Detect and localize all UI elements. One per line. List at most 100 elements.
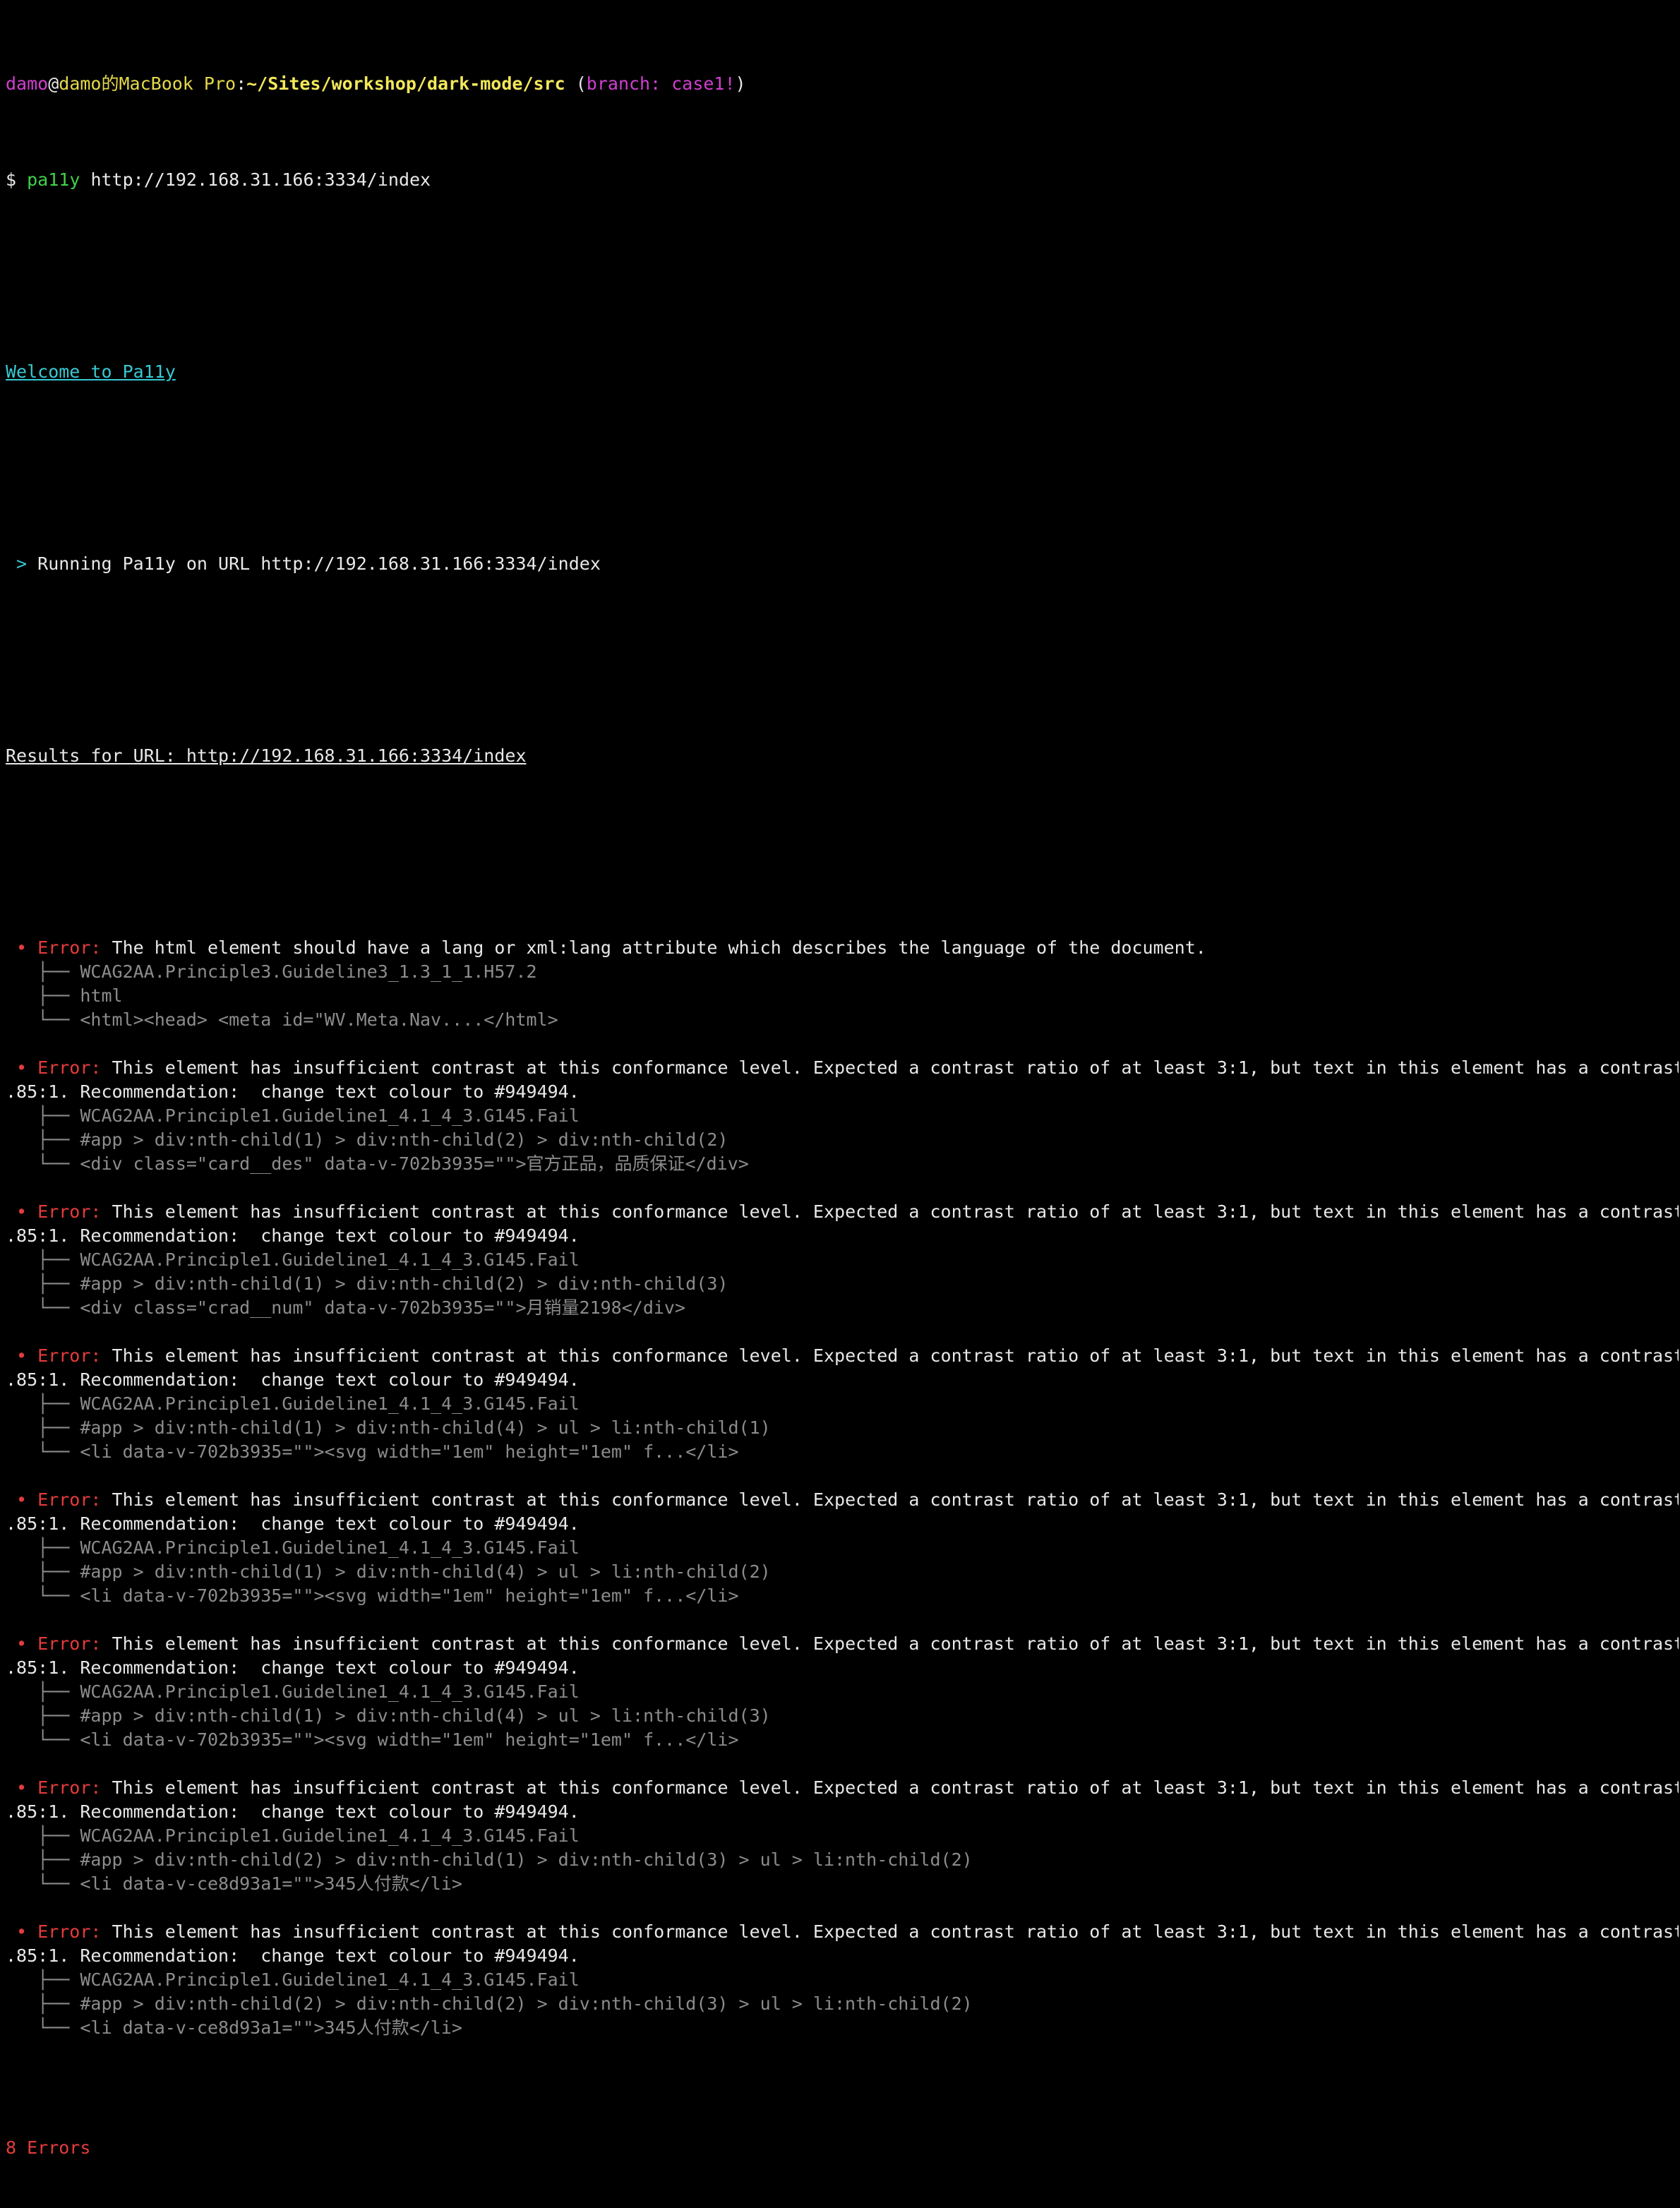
error-message-line: • Error: This element has insufficient c… xyxy=(6,1776,1679,1800)
error-summary: 8 Errors xyxy=(6,2137,91,2158)
running-text: Running Pa11y on URL http://192.168.31.1… xyxy=(37,553,601,574)
command-argument: http://192.168.31.166:3334/index xyxy=(90,169,431,190)
tree-branch: └── xyxy=(6,1729,80,1750)
prompt-branch-label: branch: xyxy=(586,73,672,94)
error-code: WCAG2AA.Principle1.Guideline1_4.1_4_3.G1… xyxy=(80,1105,580,1126)
error-message-wrap: .85:1. Recommendation: change text colou… xyxy=(6,1945,580,1966)
error-item: • Error: This element has insufficient c… xyxy=(6,1200,1679,1320)
error-context-line: └── <div class="crad__num" data-v-702b39… xyxy=(6,1296,1679,1320)
error-code: WCAG2AA.Principle1.Guideline1_4.1_4_3.G1… xyxy=(80,1969,580,1990)
tree-branch: └── xyxy=(6,2017,80,2038)
error-message-continued: .85:1. Recommendation: change text colou… xyxy=(6,1800,1679,1824)
error-selector-line: ├── #app > div:nth-child(1) > div:nth-ch… xyxy=(6,1560,1679,1584)
error-bullet: • xyxy=(6,1777,38,1798)
error-context: <li data-v-702b3935=""><svg width="1em" … xyxy=(80,1441,739,1462)
error-bullet: • xyxy=(6,1489,38,1510)
error-code: WCAG2AA.Principle3.Guideline3_1.3_1_1.H5… xyxy=(80,961,537,982)
error-message: This element has insufficient contrast a… xyxy=(112,1633,1679,1654)
tree-branch: ├── xyxy=(6,985,80,1006)
error-message: This element has insufficient contrast a… xyxy=(112,1201,1679,1222)
prompt-line: damo@damo的MacBook Pro:~/Sites/workshop/d… xyxy=(6,72,1679,96)
error-message-continued: .85:1. Recommendation: change text colou… xyxy=(6,1656,1679,1680)
prompt-branch-open: ( xyxy=(575,73,587,94)
error-message-wrap: .85:1. Recommendation: change text colou… xyxy=(6,1081,580,1102)
error-context-line: └── <li data-v-702b3935=""><svg width="1… xyxy=(6,1584,1679,1608)
tree-branch: ├── xyxy=(6,1249,80,1270)
error-context: <li data-v-ce8d93a1="">345人付款</li> xyxy=(80,2017,462,2038)
error-code: WCAG2AA.Principle1.Guideline1_4.1_4_3.G1… xyxy=(80,1537,580,1558)
welcome-text: Welcome to Pa11y xyxy=(6,361,176,382)
tree-branch: ├── xyxy=(6,1993,80,2014)
error-item: • Error: The html element should have a … xyxy=(6,936,1679,1032)
prompt-branch-name: case1! xyxy=(671,73,736,94)
error-context-line: └── <li data-v-702b3935=""><svg width="1… xyxy=(6,1440,1679,1464)
error-message: This element has insufficient contrast a… xyxy=(112,1345,1679,1366)
error-message-wrap: .85:1. Recommendation: change text colou… xyxy=(6,1513,580,1534)
error-code: WCAG2AA.Principle1.Guideline1_4.1_4_3.G1… xyxy=(80,1681,580,1702)
error-context: <div class="crad__num" data-v-702b3935="… xyxy=(80,1297,686,1318)
error-code-line: ├── WCAG2AA.Principle1.Guideline1_4.1_4_… xyxy=(6,1680,1679,1704)
error-message: This element has insufficient contrast a… xyxy=(112,1777,1679,1798)
error-context: <html><head> <meta id="WV.Meta.Nav....</… xyxy=(80,1009,558,1030)
running-arrow: > xyxy=(6,553,38,574)
error-selector-line: ├── #app > div:nth-child(2) > div:nth-ch… xyxy=(6,1992,1679,2016)
tree-branch: ├── xyxy=(6,1393,80,1414)
error-selector-line: ├── #app > div:nth-child(1) > div:nth-ch… xyxy=(6,1272,1679,1296)
tree-branch: ├── xyxy=(6,961,80,982)
error-label: Error: xyxy=(37,1345,102,1366)
prompt-host: damo的MacBook Pro xyxy=(59,73,236,94)
error-code: WCAG2AA.Principle1.Guideline1_4.1_4_3.G1… xyxy=(80,1393,580,1414)
error-selector-line: ├── html xyxy=(6,984,1679,1008)
error-code-line: ├── WCAG2AA.Principle1.Guideline1_4.1_4_… xyxy=(6,1536,1679,1560)
error-message-continued: .85:1. Recommendation: change text colou… xyxy=(6,1512,1679,1536)
welcome-line: Welcome to Pa11y xyxy=(6,360,1679,384)
error-code-line: ├── WCAG2AA.Principle1.Guideline1_4.1_4_… xyxy=(6,1248,1679,1272)
running-line: > Running Pa11y on URL http://192.168.31… xyxy=(6,552,1679,576)
results-header: Results for URL: http://192.168.31.166:3… xyxy=(6,745,527,766)
error-selector: #app > div:nth-child(1) > div:nth-child(… xyxy=(80,1705,771,1726)
error-context-line: └── <div class="card__des" data-v-702b39… xyxy=(6,1152,1679,1176)
error-code: WCAG2AA.Principle1.Guideline1_4.1_4_3.G1… xyxy=(80,1825,580,1846)
error-selector: html xyxy=(80,985,123,1006)
tree-branch: ├── xyxy=(6,1849,80,1870)
error-context-line: └── <html><head> <meta id="WV.Meta.Nav..… xyxy=(6,1008,1679,1032)
command-name: pa11y xyxy=(27,169,80,190)
error-selector: #app > div:nth-child(1) > div:nth-child(… xyxy=(80,1129,728,1150)
tree-branch: └── xyxy=(6,1297,80,1318)
error-context: <li data-v-ce8d93a1="">345人付款</li> xyxy=(80,1873,462,1894)
error-selector: #app > div:nth-child(1) > div:nth-child(… xyxy=(80,1561,771,1582)
error-label: Error: xyxy=(37,1633,102,1654)
tree-branch: ├── xyxy=(6,1969,80,1990)
error-context: <div class="card__des" data-v-702b3935="… xyxy=(80,1153,749,1174)
error-item: • Error: This element has insufficient c… xyxy=(6,1632,1679,1752)
error-message-line: • Error: The html element should have a … xyxy=(6,936,1679,960)
error-code-line: ├── WCAG2AA.Principle1.Guideline1_4.1_4_… xyxy=(6,1392,1679,1416)
prompt-dollar: $ xyxy=(6,169,17,190)
error-list: • Error: The html element should have a … xyxy=(6,936,1679,2040)
error-code-line: ├── WCAG2AA.Principle1.Guideline1_4.1_4_… xyxy=(6,1104,1679,1128)
error-message: This element has insufficient contrast a… xyxy=(112,1921,1679,1942)
summary-line: 8 Errors xyxy=(6,2136,1679,2160)
tree-branch: └── xyxy=(6,1441,80,1462)
error-label: Error: xyxy=(37,1489,102,1510)
tree-branch: ├── xyxy=(6,1273,80,1294)
error-context: <li data-v-702b3935=""><svg width="1em" … xyxy=(80,1729,739,1750)
error-selector-line: ├── #app > div:nth-child(2) > div:nth-ch… xyxy=(6,1848,1679,1872)
error-code-line: ├── WCAG2AA.Principle1.Guideline1_4.1_4_… xyxy=(6,1968,1679,1992)
error-message: This element has insufficient contrast a… xyxy=(112,1057,1679,1078)
prompt-at: @ xyxy=(48,73,59,94)
error-message-continued: .85:1. Recommendation: change text colou… xyxy=(6,1368,1679,1392)
error-message-line: • Error: This element has insufficient c… xyxy=(6,1056,1679,1080)
error-code: WCAG2AA.Principle1.Guideline1_4.1_4_3.G1… xyxy=(80,1249,580,1270)
prompt-path: ~/Sites/workshop/dark-mode/src xyxy=(246,73,565,94)
terminal-output[interactable]: damo@damo的MacBook Pro:~/Sites/workshop/d… xyxy=(6,0,1679,2208)
error-label: Error: xyxy=(37,1777,102,1798)
error-bullet: • xyxy=(6,1345,38,1366)
prompt-branch-close: ) xyxy=(735,73,746,94)
error-item: • Error: This element has insufficient c… xyxy=(6,1344,1679,1464)
tree-branch: ├── xyxy=(6,1417,80,1438)
error-message-line: • Error: This element has insufficient c… xyxy=(6,1920,1679,1944)
error-message-wrap: .85:1. Recommendation: change text colou… xyxy=(6,1225,580,1246)
command-line: $ pa11y http://192.168.31.166:3334/index xyxy=(6,168,1679,192)
error-message-wrap: .85:1. Recommendation: change text colou… xyxy=(6,1657,580,1678)
